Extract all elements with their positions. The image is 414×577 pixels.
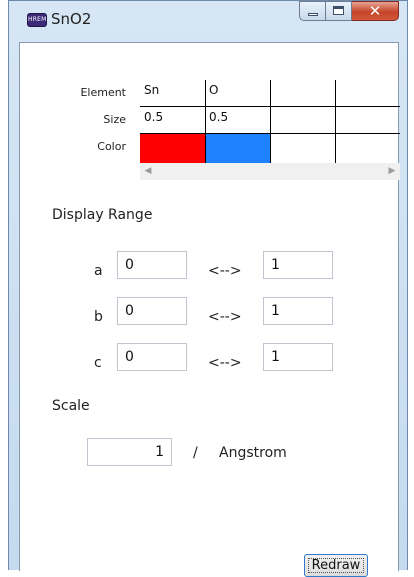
empty-cell[interactable] (335, 110, 399, 128)
row-label-size: Size (103, 113, 126, 126)
maximize-icon (333, 6, 344, 15)
range-b-to-input[interactable] (263, 297, 333, 325)
redraw-button[interactable]: Redraw (304, 554, 368, 577)
client-area: Element Size Color Sn O 0.5 0.5 ◀ ▶ Disp… (19, 42, 400, 577)
title-bar[interactable]: HREM SnO2 ✕ (9, 1, 407, 41)
row-label-element: Element (80, 86, 126, 99)
empty-cell[interactable] (335, 83, 399, 103)
caption-buttons: ✕ (299, 1, 399, 27)
range-c-to-input[interactable] (263, 343, 333, 371)
close-icon: ✕ (368, 2, 382, 20)
scale-heading: Scale (52, 398, 90, 414)
scroll-left-icon[interactable]: ◀ (140, 163, 156, 180)
scale-unit: Angstrom (219, 445, 287, 461)
app-icon: HREM (27, 13, 47, 27)
minimize-button[interactable] (299, 1, 326, 21)
axis-label-c: c (94, 355, 102, 371)
range-separator: <--> (208, 263, 242, 279)
row-label-color: Color (97, 140, 126, 153)
close-button[interactable]: ✕ (352, 1, 399, 21)
grid-line (335, 80, 336, 163)
redraw-label: Redraw (311, 558, 361, 573)
empty-cell[interactable] (270, 110, 334, 128)
horizontal-scrollbar[interactable]: ◀ ▶ (140, 163, 400, 180)
scale-slash: / (193, 445, 198, 461)
app-window: HREM SnO2 ✕ Element Size Color Sn O 0.5 … (8, 0, 408, 577)
display-range-heading: Display Range (52, 207, 153, 223)
element-name-cell[interactable]: Sn (140, 83, 204, 97)
maximize-button[interactable] (326, 1, 352, 21)
element-color-swatch[interactable] (140, 134, 205, 163)
range-a-from-input[interactable] (117, 251, 187, 279)
scroll-right-icon[interactable]: ▶ (384, 163, 400, 180)
window-title: SnO2 (51, 10, 92, 28)
axis-label-a: a (94, 263, 103, 279)
grid-line (270, 80, 271, 163)
minimize-icon (308, 13, 318, 16)
element-size-cell[interactable]: 0.5 (140, 110, 204, 124)
grid-line (205, 80, 206, 163)
range-separator: <--> (208, 355, 242, 371)
range-b-from-input[interactable] (117, 297, 187, 325)
range-c-from-input[interactable] (117, 343, 187, 371)
axis-label-b: b (94, 309, 103, 325)
range-a-to-input[interactable] (263, 251, 333, 279)
scale-value-input[interactable] (87, 438, 172, 466)
range-separator: <--> (208, 309, 242, 325)
element-name-cell[interactable]: O (205, 83, 269, 97)
empty-cell[interactable] (270, 83, 334, 103)
element-color-swatch[interactable] (205, 134, 270, 163)
element-size-cell[interactable]: 0.5 (205, 110, 269, 124)
